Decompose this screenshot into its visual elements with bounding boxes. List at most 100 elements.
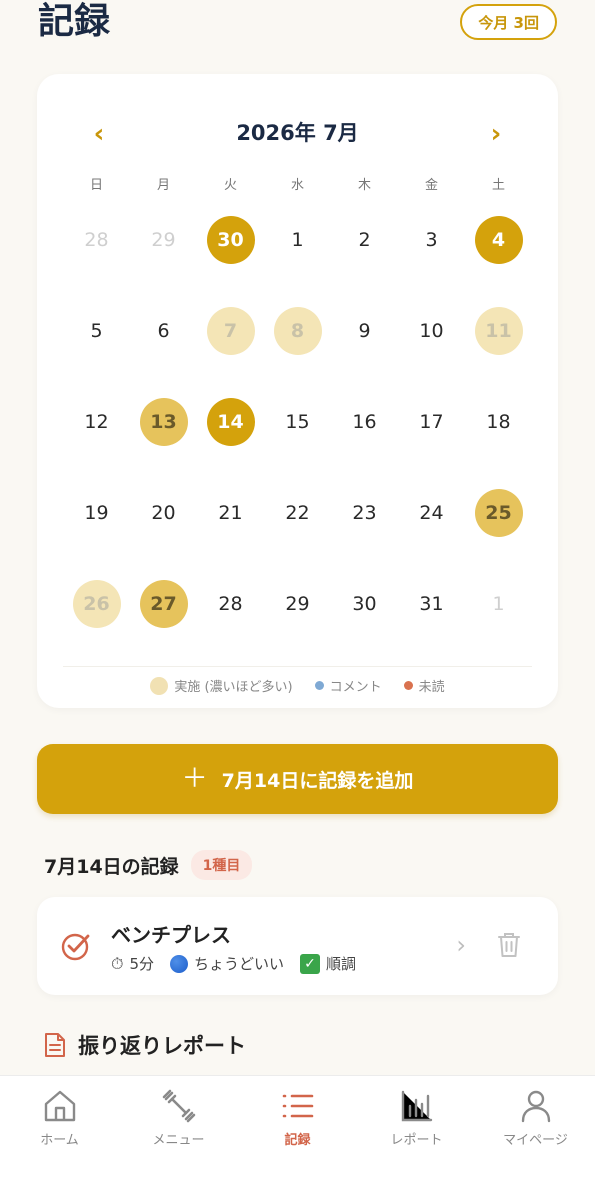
calendar-day-number: 4: [474, 215, 523, 264]
record-condition-label: 順調: [326, 955, 357, 973]
user-icon: [521, 1090, 550, 1123]
calendar-day[interactable]: 12: [63, 376, 130, 467]
calendar-day-number: 6: [157, 319, 170, 342]
record-card[interactable]: ベンチプレス ⏱ 5分 ちょうどいい ✓ 順調 ›: [37, 897, 558, 995]
calendar-day[interactable]: 18: [465, 376, 532, 467]
calendar-day[interactable]: 1: [465, 558, 532, 649]
calendar-day-number: 9: [358, 319, 371, 342]
calendar-day[interactable]: 31: [398, 558, 465, 649]
calendar-day[interactable]: 17: [398, 376, 465, 467]
legend-comment-label: コメント: [329, 680, 382, 695]
calendar-card: ‹ 2026年 7月 › 日月火水木金土 28 29 30 1 2 3 4 5 6 7 8 9 10 11…: [37, 74, 558, 708]
calendar-day[interactable]: 4: [465, 194, 532, 285]
calendar-day-number: 1: [291, 228, 304, 251]
calendar-day-number: 27: [139, 579, 188, 628]
record-chevron-right-icon[interactable]: ›: [456, 931, 466, 959]
calendar-day[interactable]: 22: [264, 467, 331, 558]
calendar-day[interactable]: 8: [264, 285, 331, 376]
calendar-day[interactable]: 15: [264, 376, 331, 467]
calendar-day[interactable]: 23: [331, 467, 398, 558]
records-count-badge: 1種目: [190, 850, 253, 880]
calendar-day[interactable]: 9: [331, 285, 398, 376]
calendar-day[interactable]: 11: [465, 285, 532, 376]
calendar-day[interactable]: 29: [264, 558, 331, 649]
weekday-label: 火: [223, 178, 237, 193]
calendar-day[interactable]: 24: [398, 467, 465, 558]
calendar-day-number: 30: [352, 592, 377, 615]
weekday-label: 日: [89, 178, 103, 193]
calendar-day[interactable]: 14: [197, 376, 264, 467]
calendar-day[interactable]: 27: [130, 558, 197, 649]
records-heading: 7月14日の記録 1種目: [44, 850, 253, 880]
calendar-day[interactable]: 2: [331, 194, 398, 285]
calendar-day-number: 31: [419, 592, 444, 615]
nav-label-records: 記録: [284, 1133, 311, 1148]
weekday-label: 月: [156, 178, 170, 193]
nav-label-menu: メニュー: [152, 1133, 205, 1148]
calendar-day-number: 11: [474, 306, 523, 355]
dumbbell-icon: [162, 1089, 195, 1123]
nav-item-home[interactable]: ホーム: [0, 1076, 119, 1200]
legend-item-unread: 未読: [403, 676, 445, 695]
chevron-right-icon[interactable]: ›: [476, 114, 516, 154]
weekday-label: 土: [491, 178, 505, 193]
nav-item-records[interactable]: 記録: [238, 1076, 357, 1200]
calendar-day[interactable]: 30: [331, 558, 398, 649]
plus-icon: ＋: [181, 764, 208, 794]
legend-done-dot-icon: [150, 676, 169, 695]
divider: [63, 666, 532, 667]
calendar-day[interactable]: 16: [331, 376, 398, 467]
calendar-day-number: 30: [206, 215, 255, 264]
calendar-day[interactable]: 20: [130, 467, 197, 558]
legend-item-done: 実施 (濃いほど多い): [150, 676, 293, 695]
calendar-day-number: 20: [151, 501, 176, 524]
calendar-day-number: 28: [84, 228, 109, 251]
weekday-label: 金: [424, 178, 438, 193]
nav-item-menu[interactable]: メニュー: [119, 1076, 238, 1200]
calendar-day[interactable]: 19: [63, 467, 130, 558]
nav-label-mypage: マイページ: [503, 1133, 568, 1148]
record-meta: ⏱ 5分 ちょうどいい ✓ 順調: [111, 953, 356, 974]
calendar-day[interactable]: 29: [130, 194, 197, 285]
document-icon: [45, 1033, 65, 1057]
nav-item-report[interactable]: レポート: [357, 1076, 476, 1200]
trash-icon[interactable]: [496, 931, 522, 959]
calendar-day[interactable]: 5: [63, 285, 130, 376]
calendar-day-number: 28: [218, 592, 243, 615]
calendar-day-number: 29: [151, 228, 176, 251]
calendar-day[interactable]: 6: [130, 285, 197, 376]
calendar-day[interactable]: 28: [197, 558, 264, 649]
legend-unread-label: 未読: [418, 680, 445, 695]
green-check-icon: ✓: [300, 953, 321, 974]
calendar-day[interactable]: 3: [398, 194, 465, 285]
calendar-day-number: 10: [419, 319, 444, 342]
calendar-day-number: 2: [358, 228, 371, 251]
record-name: ベンチプレス: [111, 923, 231, 947]
calendar-day[interactable]: 10: [398, 285, 465, 376]
calendar-day[interactable]: 30: [197, 194, 264, 285]
weekday-row: 日月火水木金土: [63, 174, 532, 194]
calendar-day-number: 23: [352, 501, 377, 524]
weekday-label: 木: [357, 178, 371, 193]
calendar-day[interactable]: 25: [465, 467, 532, 558]
nav-item-mypage[interactable]: マイページ: [476, 1076, 595, 1200]
report-heading: 振り返りレポート: [44, 1030, 246, 1060]
stopwatch-icon: ⏱: [111, 953, 124, 973]
legend-unread-dot-icon: [403, 681, 413, 690]
calendar-day[interactable]: 26: [63, 558, 130, 649]
calendar-day-number: 7: [206, 306, 255, 355]
calendar-day-number: 24: [419, 501, 444, 524]
add-record-button[interactable]: ＋ 7月14日に記録を追加: [37, 744, 558, 814]
calendar-day[interactable]: 7: [197, 285, 264, 376]
month-count-badge: 今月 3回: [460, 4, 557, 40]
list-icon: [282, 1094, 313, 1118]
calendar-day[interactable]: 28: [63, 194, 130, 285]
calendar-day-number: 25: [474, 488, 523, 537]
nav-label-report: レポート: [390, 1133, 443, 1148]
calendar-day-number: 8: [273, 306, 322, 355]
calendar-day-number: 17: [419, 410, 444, 433]
calendar-day[interactable]: 13: [130, 376, 197, 467]
calendar-day[interactable]: 1: [264, 194, 331, 285]
bottom-nav: ホーム メニュー 記録 レポート マイページ: [0, 1075, 595, 1200]
calendar-day[interactable]: 21: [197, 467, 264, 558]
